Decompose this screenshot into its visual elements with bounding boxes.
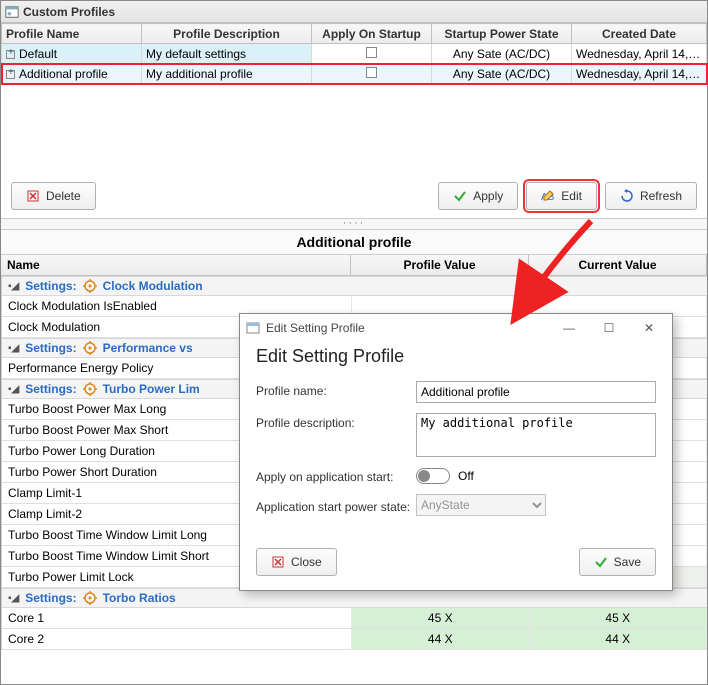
settings-label: Settings:	[25, 279, 76, 293]
profiles-table[interactable]: Profile Name Profile Description Apply O…	[1, 23, 707, 84]
refresh-icon	[620, 189, 634, 203]
settings-col-name[interactable]: Name	[1, 255, 351, 275]
group-title: Performance vs	[103, 341, 193, 355]
settings-label: Settings:	[25, 341, 76, 355]
table-row-selected[interactable]: Additional profile My additional profile…	[2, 64, 707, 84]
checkbox[interactable]	[366, 47, 377, 58]
profile-name-input[interactable]	[416, 381, 656, 403]
setting-row[interactable]: Core 145 X45 X	[2, 608, 707, 629]
col-apply[interactable]: Apply On Startup	[312, 24, 432, 44]
dialog-icon	[246, 321, 260, 335]
apply-start-state: Off	[458, 469, 474, 483]
settings-col-profile[interactable]: Profile Value	[351, 255, 529, 275]
profile-desc-input[interactable]: My additional profile	[416, 413, 656, 457]
gear-icon	[83, 279, 97, 293]
chevron-down-icon: ▪◢	[8, 343, 19, 354]
action-button-row: Delete Apply AB Edit Refresh	[1, 174, 707, 218]
col-desc[interactable]: Profile Description	[142, 24, 312, 44]
maximize-button[interactable]: ☐	[592, 317, 626, 339]
close-window-button[interactable]: ✕	[632, 317, 666, 339]
settings-label: Settings:	[25, 382, 76, 396]
custom-profiles-header: Custom Profiles	[1, 1, 707, 23]
settings-label: Settings:	[25, 591, 76, 605]
profile-desc-label: Profile description:	[256, 413, 416, 430]
table-row[interactable]: Default My default settings Any Sate (AC…	[2, 44, 707, 64]
splitter[interactable]: ····	[1, 218, 707, 230]
check-icon	[594, 555, 608, 569]
setting-profile-value: 45 X	[352, 608, 530, 628]
close-icon	[271, 555, 285, 569]
check-icon	[453, 189, 467, 203]
setting-row[interactable]: Core 244 X44 X	[2, 629, 707, 650]
profiles-icon	[5, 5, 19, 19]
gear-icon	[83, 382, 97, 396]
dialog-heading: Edit Setting Profile	[256, 346, 656, 367]
settings-header: Name Profile Value Current Value	[1, 255, 707, 276]
gear-icon	[83, 341, 97, 355]
group-title: Torbo Ratios	[103, 591, 176, 605]
gear-icon	[83, 591, 97, 605]
group-title: Clock Modulation	[103, 279, 203, 293]
dialog-titlebar[interactable]: Edit Setting Profile — ☐ ✕	[240, 314, 672, 342]
chevron-down-icon: ▪◢	[8, 593, 19, 604]
settings-group[interactable]: ▪◢ Settings: Torbo Ratios	[2, 588, 707, 608]
col-created[interactable]: Created Date	[572, 24, 707, 44]
profile-name-label: Profile name:	[256, 381, 416, 398]
delete-button[interactable]: Delete	[11, 182, 96, 210]
dialog-title: Edit Setting Profile	[266, 321, 365, 335]
close-button[interactable]: Close	[256, 548, 337, 576]
setting-profile-value: 44 X	[352, 629, 530, 649]
refresh-button[interactable]: Refresh	[605, 182, 697, 210]
checkbox[interactable]	[366, 67, 377, 78]
power-state-select[interactable]: AnyState	[416, 494, 546, 516]
table-header: Profile Name Profile Description Apply O…	[2, 24, 707, 44]
edit-icon: AB	[541, 189, 555, 203]
power-state-label: Application start power state:	[256, 497, 416, 514]
section-title: Additional profile	[1, 230, 707, 255]
apply-start-label: Apply on application start:	[256, 467, 416, 484]
settings-col-current[interactable]: Current Value	[529, 255, 707, 275]
group-title: Turbo Power Lim	[103, 382, 200, 396]
setting-current-value: 45 X	[530, 608, 708, 628]
setting-name: Core 1	[2, 608, 352, 628]
custom-profiles-title: Custom Profiles	[23, 5, 115, 19]
setting-current-value: 44 X	[530, 629, 708, 649]
setting-name: Core 2	[2, 629, 352, 649]
col-power[interactable]: Startup Power State	[432, 24, 572, 44]
expand-icon[interactable]	[6, 70, 15, 79]
save-button[interactable]: Save	[579, 548, 656, 576]
apply-start-toggle[interactable]	[416, 468, 450, 484]
edit-profile-dialog: Edit Setting Profile — ☐ ✕ Edit Setting …	[239, 313, 673, 591]
settings-group[interactable]: ▪◢ Settings: Clock Modulation	[2, 276, 707, 296]
chevron-down-icon: ▪◢	[8, 384, 19, 395]
edit-button[interactable]: AB Edit	[526, 182, 597, 210]
col-name[interactable]: Profile Name	[2, 24, 142, 44]
chevron-down-icon: ▪◢	[8, 281, 19, 292]
apply-button[interactable]: Apply	[438, 182, 518, 210]
delete-icon	[26, 189, 40, 203]
expand-icon[interactable]	[6, 50, 15, 59]
minimize-button[interactable]: —	[552, 317, 586, 339]
